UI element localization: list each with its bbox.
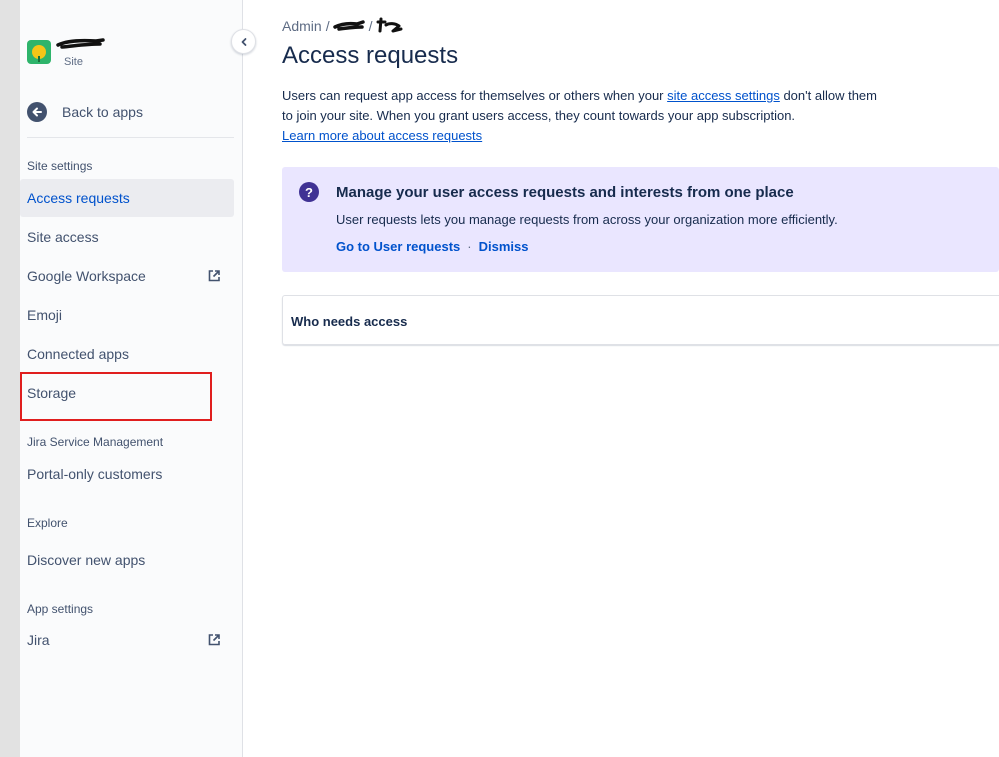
sidebar: Site Back to apps Site settings Access r… bbox=[20, 0, 243, 757]
who-needs-access-panel: Who needs access bbox=[282, 295, 999, 345]
app-window: Site Back to apps Site settings Access r… bbox=[0, 0, 999, 757]
breadcrumb-separator: / bbox=[325, 18, 330, 34]
external-link-icon bbox=[208, 270, 220, 282]
sidebar-item-google-workspace[interactable]: Google Workspace bbox=[20, 257, 234, 295]
banner-title: Manage your user access requests and int… bbox=[336, 184, 794, 201]
breadcrumb: Admin / / bbox=[282, 17, 403, 35]
sidebar-item-label: Emoji bbox=[27, 307, 63, 323]
back-to-apps-label: Back to apps bbox=[62, 104, 143, 120]
group-title-jira-service-management: Jira Service Management bbox=[27, 435, 164, 449]
site-subtitle: Site bbox=[64, 56, 83, 68]
page-title: Access requests bbox=[282, 42, 459, 69]
site-logo-icon bbox=[27, 40, 51, 64]
left-rail bbox=[0, 0, 20, 757]
external-link-icon bbox=[208, 634, 220, 646]
banner-description: User requests lets you manage requests f… bbox=[336, 212, 838, 227]
sidebar-divider bbox=[27, 137, 234, 138]
sidebar-item-label: Jira bbox=[27, 632, 50, 648]
group-title-app-settings: App settings bbox=[27, 602, 94, 616]
sidebar-item-label: Discover new apps bbox=[27, 552, 146, 568]
sidebar-item-storage[interactable]: Storage bbox=[20, 374, 234, 412]
info-banner: ? Manage your user access requests and i… bbox=[282, 167, 999, 272]
breadcrumb-org-redacted[interactable] bbox=[332, 18, 365, 34]
site-name-redacted bbox=[56, 38, 105, 49]
collapse-sidebar-button[interactable] bbox=[231, 29, 256, 54]
sidebar-item-jira[interactable]: Jira bbox=[20, 621, 234, 659]
sidebar-item-site-access[interactable]: Site access bbox=[20, 218, 234, 256]
site-access-settings-link[interactable]: site access settings bbox=[667, 88, 780, 103]
sidebar-item-label: Google Workspace bbox=[27, 268, 146, 284]
question-icon: ? bbox=[299, 182, 319, 202]
action-separator: · bbox=[467, 239, 472, 254]
sidebar-item-emoji[interactable]: Emoji bbox=[20, 296, 234, 334]
intro-text: Users can request app access for themsel… bbox=[282, 86, 882, 146]
breadcrumb-admin[interactable]: Admin bbox=[282, 18, 322, 34]
go-to-user-requests-link[interactable]: Go to User requests bbox=[336, 239, 460, 254]
breadcrumb-site-redacted[interactable] bbox=[375, 17, 403, 35]
site-header[interactable]: Site bbox=[27, 38, 237, 74]
sidebar-item-portal-only-customers[interactable]: Portal-only customers bbox=[20, 455, 234, 493]
group-title-explore: Explore bbox=[27, 516, 68, 530]
main-content: Admin / / Access requests Users can requ… bbox=[282, 0, 999, 757]
sidebar-item-label: Portal-only customers bbox=[27, 466, 163, 482]
sidebar-item-access-requests[interactable]: Access requests bbox=[20, 179, 234, 217]
chevron-left-icon bbox=[241, 37, 246, 46]
panel-title: Who needs access bbox=[291, 314, 408, 329]
sidebar-item-discover-new-apps[interactable]: Discover new apps bbox=[20, 541, 234, 579]
banner-actions: Go to User requests · Dismiss bbox=[336, 239, 528, 254]
sidebar-item-label: Connected apps bbox=[27, 346, 129, 362]
sidebar-item-label: Access requests bbox=[27, 190, 130, 206]
breadcrumb-separator: / bbox=[368, 18, 373, 34]
learn-more-link[interactable]: Learn more about access requests bbox=[282, 128, 482, 143]
sidebar-item-connected-apps[interactable]: Connected apps bbox=[20, 335, 234, 373]
sidebar-item-label: Site access bbox=[27, 229, 99, 245]
dismiss-link[interactable]: Dismiss bbox=[479, 239, 529, 254]
group-title-site-settings: Site settings bbox=[27, 159, 93, 173]
sidebar-item-label: Storage bbox=[27, 385, 77, 401]
back-to-apps-link[interactable]: Back to apps bbox=[27, 100, 233, 124]
arrow-left-circle-icon bbox=[27, 102, 47, 122]
intro-text-part: Users can request app access for themsel… bbox=[282, 88, 668, 103]
